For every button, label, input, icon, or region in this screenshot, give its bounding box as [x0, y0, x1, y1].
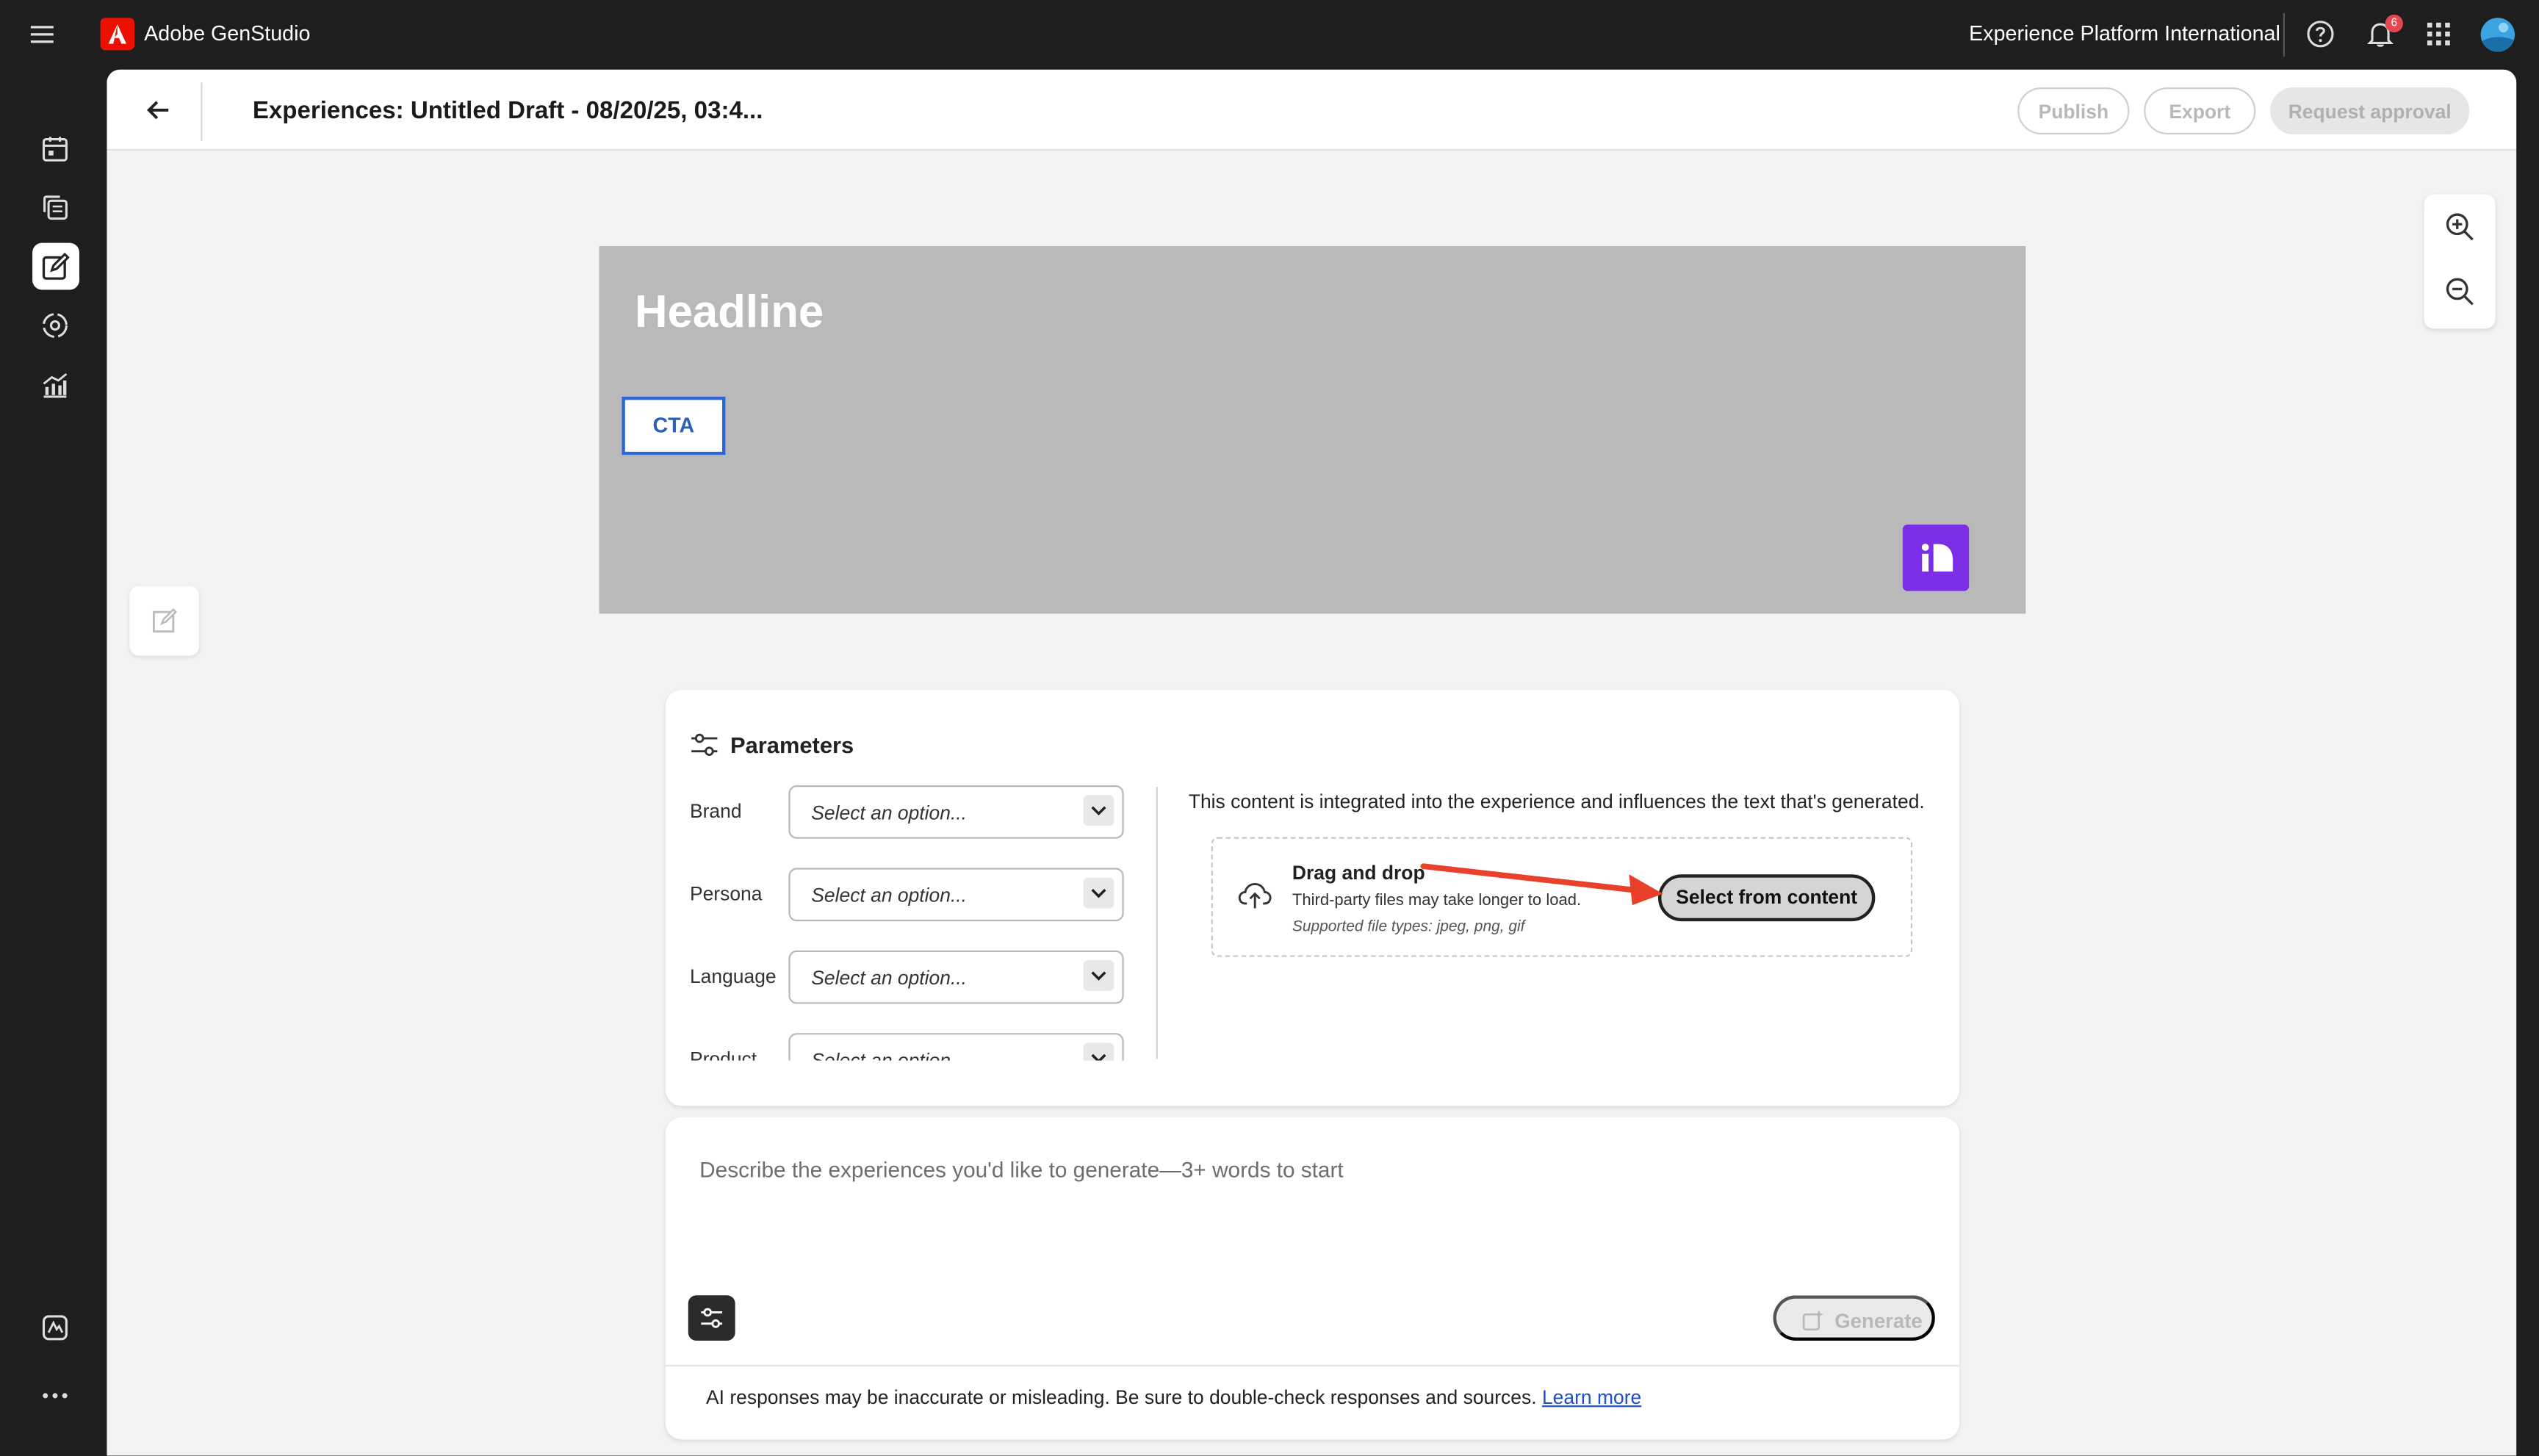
brand-select[interactable]: Select an option... [788, 785, 1124, 839]
page-header: Experiences: Untitled Draft - 08/20/25, … [107, 69, 2517, 151]
hamburger-icon[interactable] [29, 21, 55, 47]
select-from-content-button[interactable]: Select from content [1657, 874, 1876, 922]
publish-button[interactable]: Publish [2017, 87, 2130, 134]
main-panel: Experiences: Untitled Draft - 08/20/25, … [107, 69, 2517, 1456]
persona-label: Persona [689, 882, 763, 906]
topbar-divider [2283, 12, 2285, 57]
request-approval-button[interactable]: Request approval [2270, 87, 2470, 134]
edit-icon [152, 608, 178, 633]
generate-button[interactable]: Generate [1773, 1295, 1935, 1341]
top-bar: Adobe GenStudio Experience Platform Inte… [0, 0, 2539, 70]
org-switcher[interactable]: Experience Platform International [1969, 21, 2280, 46]
notification-badge: 6 [2385, 14, 2403, 33]
brand-label: Brand [689, 799, 742, 823]
ai-disclaimer: AI responses may be inaccurate or mislea… [706, 1386, 1641, 1409]
calendar-icon[interactable] [39, 133, 71, 165]
page-title: Experiences: Untitled Draft - 08/20/25, … [252, 97, 763, 125]
parameters-scroll-clip: Product Select an option... [666, 1022, 1151, 1061]
chevron-down-icon [1083, 877, 1114, 909]
learn-more-link[interactable]: Learn more [1542, 1386, 1641, 1409]
zoom-controls [2424, 194, 2496, 329]
content-library-icon[interactable] [39, 191, 71, 223]
export-button[interactable]: Export [2144, 87, 2256, 134]
column-divider [1156, 787, 1158, 1059]
dropzone-title: Drag and drop [1292, 861, 1425, 884]
sliders-icon [691, 733, 718, 756]
header-divider [201, 82, 203, 141]
brand-logo-icon[interactable] [1902, 525, 1970, 591]
insights-target-icon[interactable] [39, 309, 71, 342]
chevron-down-icon [1083, 1042, 1114, 1061]
prompt-divider [665, 1365, 1959, 1367]
parameters-title: Parameters [730, 732, 854, 758]
app-name[interactable]: Adobe GenStudio [144, 21, 310, 46]
chevron-down-icon [1083, 960, 1114, 991]
language-select[interactable]: Select an option... [788, 950, 1124, 1004]
persona-select-value: Select an option... [811, 884, 968, 907]
language-select-value: Select an option... [811, 966, 968, 990]
zoom-in-icon[interactable] [2443, 211, 2476, 243]
experience-canvas[interactable]: Headline CTA [599, 246, 2026, 614]
zoom-out-icon[interactable] [2443, 275, 2476, 308]
analytics-icon[interactable] [39, 370, 71, 402]
app-grid-icon[interactable] [2424, 19, 2454, 48]
prompt-settings-button[interactable] [688, 1295, 735, 1341]
product-select-value: Select an option... [811, 1049, 968, 1061]
context-description: This content is integrated into the expe… [1188, 790, 1925, 813]
back-arrow-icon[interactable] [143, 94, 175, 126]
brand-select-value: Select an option... [811, 801, 968, 824]
language-label: Language [689, 965, 777, 988]
edit-panel-button[interactable] [129, 585, 200, 656]
product-label: Product [689, 1048, 757, 1061]
disclaimer-text: AI responses may be inaccurate or mislea… [705, 1385, 1537, 1409]
create-icon[interactable] [39, 251, 71, 284]
canvas-headline[interactable]: Headline [635, 286, 824, 339]
brand-icon[interactable] [39, 1311, 71, 1344]
cloud-upload-icon [1238, 883, 1272, 909]
chevron-down-icon [1083, 795, 1114, 826]
adobe-logo[interactable] [100, 18, 134, 51]
avatar[interactable] [2480, 18, 2515, 52]
generate-sparkle-icon [1802, 1309, 1823, 1331]
help-icon[interactable] [2306, 19, 2335, 48]
prompt-card: Generate AI responses may be inaccurate … [665, 1117, 1959, 1440]
canvas-cta[interactable]: CTA [622, 397, 726, 455]
annotation-arrow-icon [1420, 863, 1663, 906]
sliders-icon [701, 1308, 723, 1328]
prompt-input[interactable] [699, 1149, 1898, 1189]
dropzone-file-types: Supported file types: jpeg, png, gif [1292, 918, 1525, 936]
product-select[interactable]: Select an option... [788, 1033, 1124, 1061]
more-icon[interactable] [39, 1380, 71, 1412]
generate-label: Generate [1834, 1310, 1923, 1333]
persona-select[interactable]: Select an option... [788, 868, 1124, 922]
parameters-card: Parameters Brand Select an option... Per… [665, 689, 1959, 1106]
